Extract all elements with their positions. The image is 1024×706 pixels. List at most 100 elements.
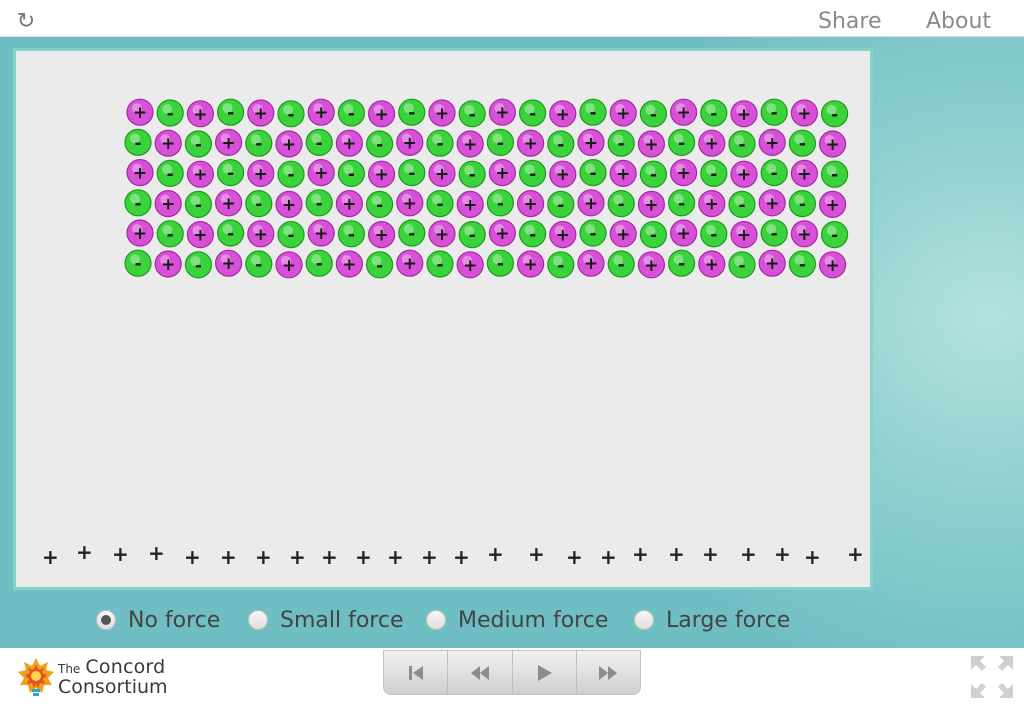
negative-particle[interactable]: - (579, 219, 607, 247)
negative-particle[interactable]: - (607, 129, 635, 157)
positive-particle[interactable]: + (275, 251, 303, 279)
negative-particle[interactable]: - (245, 129, 273, 157)
positive-particle[interactable]: + (247, 220, 275, 248)
negative-particle[interactable]: - (124, 249, 152, 277)
positive-particle[interactable]: + (275, 190, 303, 218)
negative-particle[interactable]: - (820, 160, 849, 188)
negative-particle[interactable]: - (426, 129, 454, 157)
negative-particle[interactable]: - (398, 158, 426, 187)
negative-particle[interactable]: - (277, 221, 305, 249)
step-forward-button[interactable] (577, 651, 640, 694)
positive-particle[interactable]: + (609, 99, 637, 127)
positive-particle[interactable]: + (186, 160, 214, 188)
positive-particle[interactable]: + (368, 221, 396, 249)
positive-particle[interactable]: + (335, 190, 363, 218)
negative-particle[interactable]: - (667, 249, 696, 277)
negative-particle[interactable]: - (337, 220, 365, 248)
positive-particle[interactable]: + (698, 129, 726, 157)
positive-particle[interactable]: + (758, 128, 786, 157)
positive-particle[interactable]: + (549, 221, 577, 249)
positive-particle[interactable]: + (549, 160, 577, 188)
positive-particle[interactable]: + (488, 98, 516, 126)
negative-particle[interactable]: - (245, 250, 273, 278)
negative-particle[interactable]: - (277, 160, 305, 188)
radio-large-force[interactable]: Large force (634, 605, 790, 635)
positive-particle[interactable]: + (609, 220, 637, 248)
negative-particle[interactable]: - (184, 130, 212, 158)
negative-particle[interactable]: - (486, 249, 514, 277)
positive-particle[interactable]: + (669, 219, 698, 247)
negative-particle[interactable]: - (728, 251, 756, 279)
negative-particle[interactable]: - (124, 189, 152, 217)
positive-particle[interactable]: + (428, 220, 456, 248)
share-link[interactable]: Share (818, 9, 882, 34)
positive-particle[interactable]: + (577, 249, 605, 277)
negative-particle[interactable]: - (579, 158, 607, 187)
positive-particle[interactable]: + (215, 189, 243, 217)
positive-particle[interactable]: + (247, 159, 275, 188)
radio-large-force-button[interactable] (634, 610, 654, 630)
positive-particle[interactable]: + (186, 100, 214, 128)
positive-particle[interactable]: + (549, 100, 577, 128)
negative-particle[interactable]: - (518, 220, 547, 248)
negative-particle[interactable]: - (458, 160, 486, 188)
radio-small-force-label[interactable]: Small force (280, 608, 404, 633)
radio-medium-force-label[interactable]: Medium force (458, 608, 608, 633)
negative-particle[interactable]: - (667, 189, 696, 217)
reload-icon[interactable]: ↻ (14, 10, 38, 34)
radio-small-force-button[interactable] (248, 610, 268, 630)
positive-particle[interactable]: + (396, 128, 424, 157)
negative-particle[interactable]: - (366, 130, 394, 158)
positive-particle[interactable]: + (368, 160, 396, 188)
fullscreen-icon[interactable] (969, 654, 1015, 700)
positive-particle[interactable]: + (126, 219, 154, 247)
positive-particle[interactable]: + (154, 250, 182, 278)
positive-particle[interactable]: + (730, 160, 758, 188)
radio-no-force-label[interactable]: No force (128, 608, 220, 633)
negative-particle[interactable]: - (156, 159, 184, 188)
positive-particle[interactable]: + (307, 158, 335, 187)
about-link[interactable]: About (926, 9, 991, 34)
negative-particle[interactable]: - (184, 251, 212, 279)
negative-particle[interactable]: - (700, 99, 728, 127)
positive-particle[interactable]: + (730, 221, 758, 249)
positive-particle[interactable]: + (637, 130, 666, 158)
negative-particle[interactable]: - (458, 221, 486, 249)
negative-particle[interactable]: - (728, 130, 756, 158)
radio-large-force-label[interactable]: Large force (666, 608, 790, 633)
positive-particle[interactable]: + (637, 190, 666, 218)
positive-particle[interactable]: + (456, 190, 484, 218)
negative-particle[interactable]: - (426, 190, 454, 218)
negative-particle[interactable]: - (217, 98, 245, 126)
positive-particle[interactable]: + (488, 219, 516, 247)
positive-particle[interactable]: + (428, 99, 456, 127)
negative-particle[interactable]: - (337, 99, 365, 127)
negative-particle[interactable]: - (426, 250, 454, 278)
simulation-svg[interactable]: + - + - + - + - + - + - + - + - + - + - + - + -- + - + - + - + - + - + - + - +… (16, 51, 870, 587)
radio-no-force-button[interactable] (96, 610, 116, 630)
negative-particle[interactable]: - (820, 221, 849, 249)
positive-particle[interactable]: + (368, 100, 396, 128)
negative-particle[interactable]: - (184, 190, 212, 218)
negative-particle[interactable]: - (639, 100, 668, 128)
negative-particle[interactable]: - (277, 100, 305, 128)
positive-particle[interactable]: + (215, 249, 243, 277)
positive-particle[interactable]: + (307, 219, 335, 247)
negative-particle[interactable]: - (156, 220, 184, 248)
negative-particle[interactable]: - (579, 98, 607, 126)
step-back-button[interactable] (448, 651, 513, 694)
negative-particle[interactable]: - (458, 100, 486, 128)
negative-particle[interactable]: - (700, 159, 728, 188)
positive-particle[interactable]: + (275, 130, 303, 158)
simulation-canvas[interactable]: + - + - + - + - + - + - + - + - + - + - + - + - - + - + - + - + - + - + - + - +… (13, 48, 873, 590)
negative-particle[interactable]: - (217, 219, 245, 247)
negative-particle[interactable]: - (607, 190, 635, 218)
negative-particle[interactable]: - (337, 159, 365, 188)
negative-particle[interactable]: - (124, 128, 152, 157)
positive-particle[interactable]: + (516, 250, 545, 278)
positive-particle[interactable]: + (307, 98, 335, 126)
positive-particle[interactable]: + (818, 130, 847, 158)
positive-particle[interactable]: + (186, 221, 214, 249)
negative-particle[interactable]: - (760, 219, 788, 247)
negative-particle[interactable]: - (518, 99, 547, 127)
